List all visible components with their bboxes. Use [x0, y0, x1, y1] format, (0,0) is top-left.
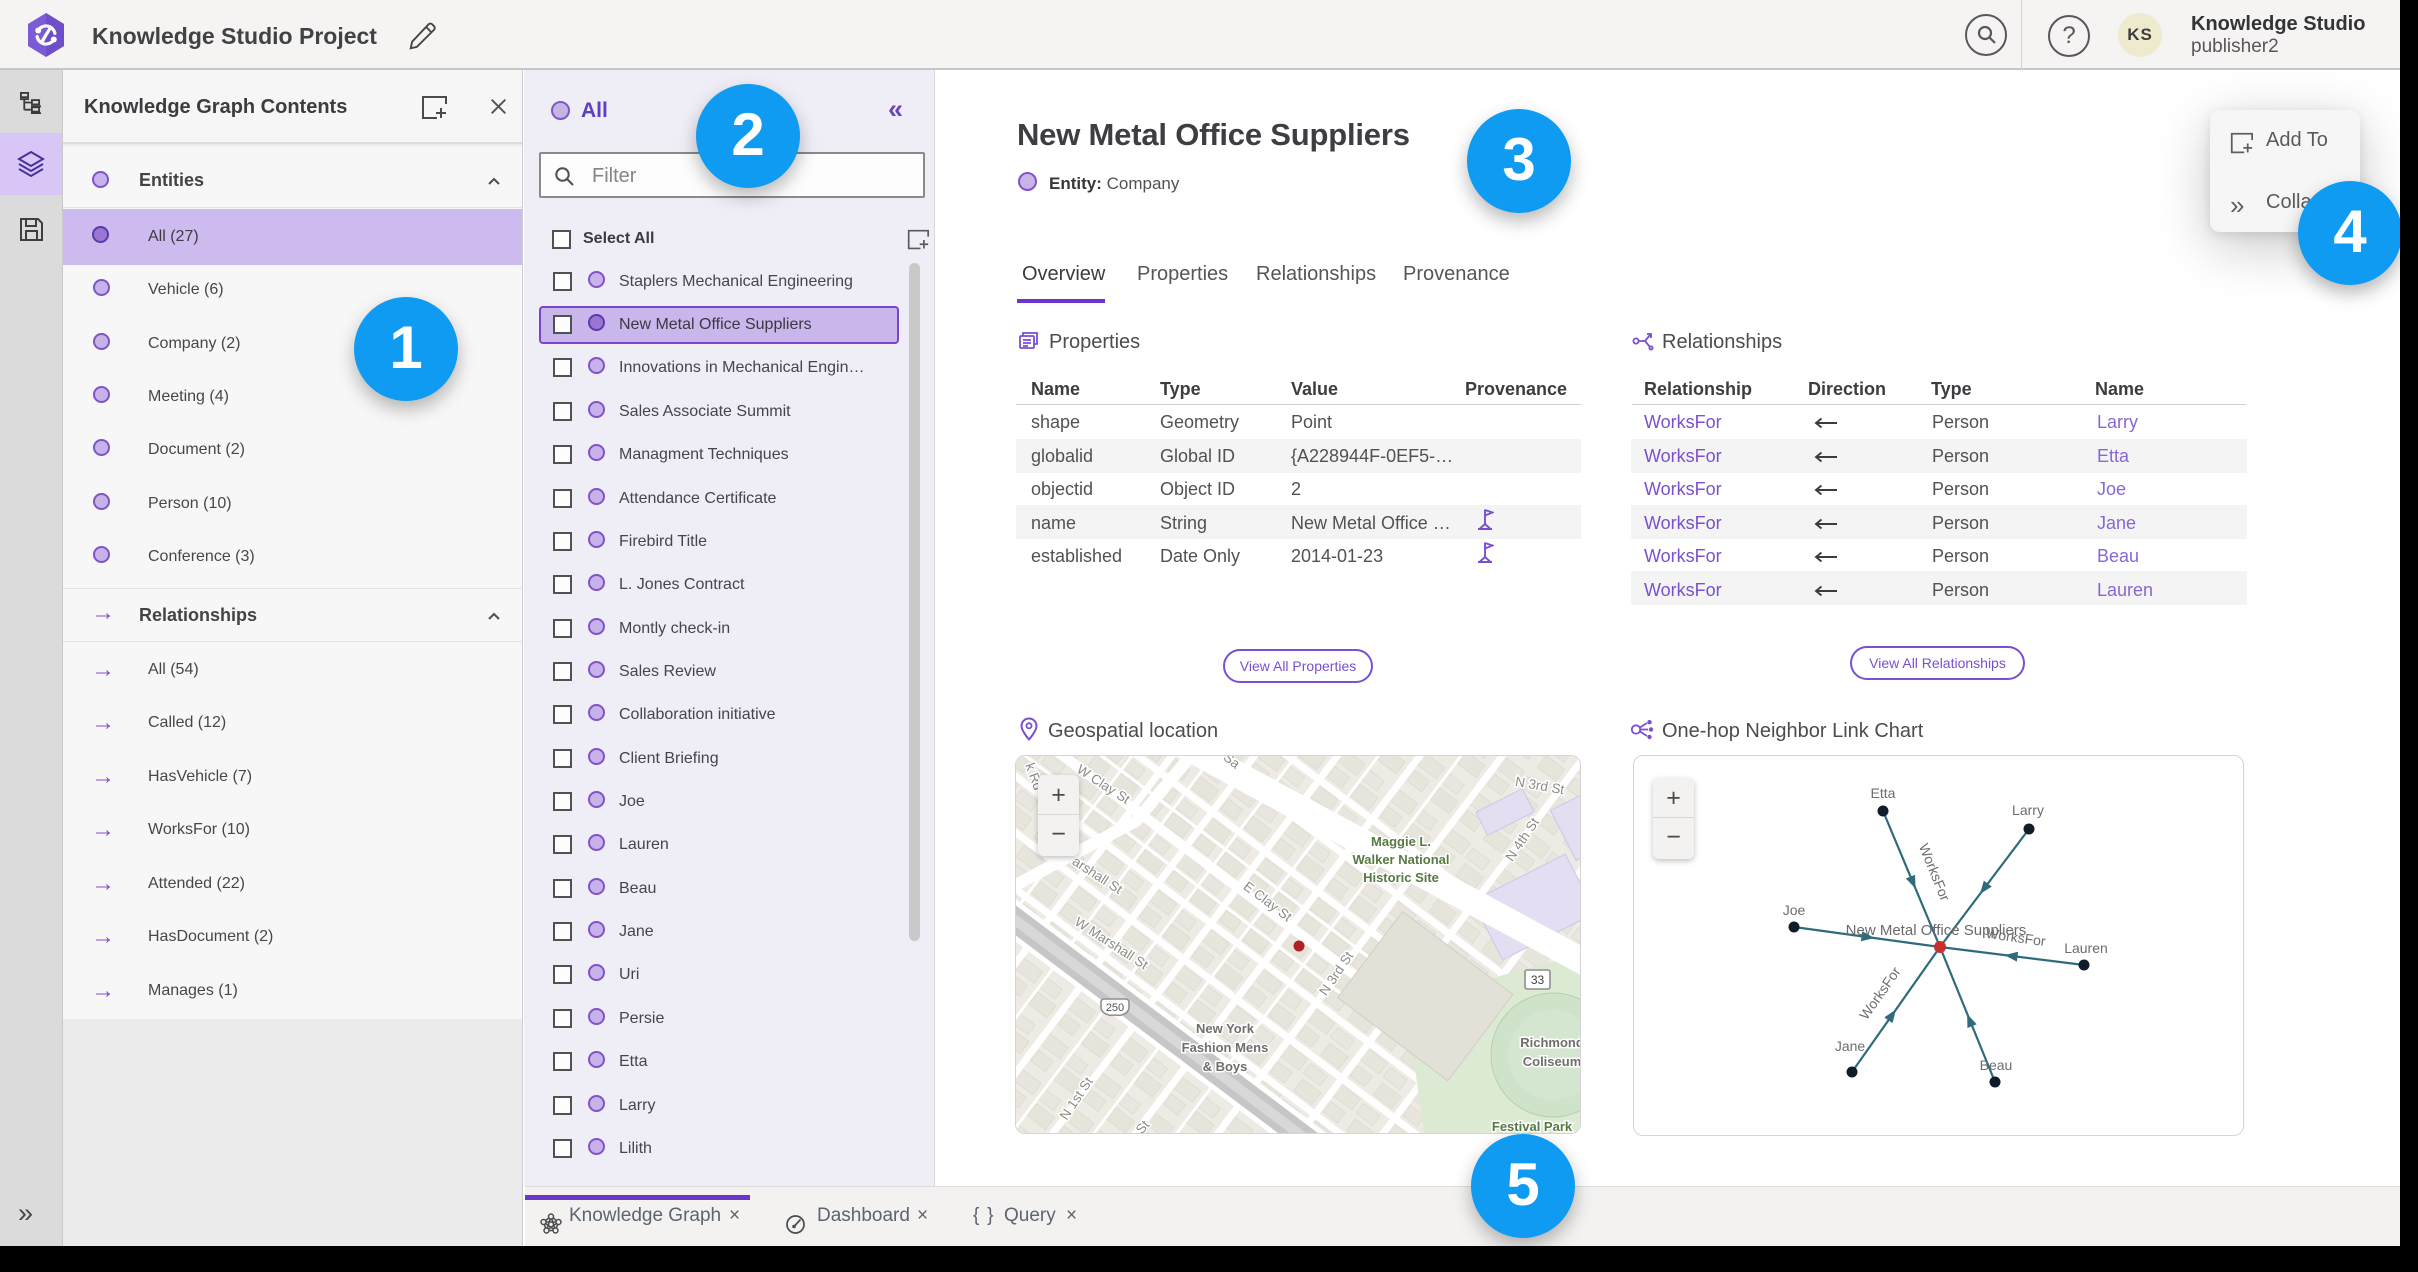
svg-text:New York: New York	[1196, 1021, 1255, 1036]
svg-text:& Boys: & Boys	[1203, 1059, 1248, 1074]
svg-text:Etta: Etta	[1871, 785, 1896, 801]
svg-text:Larry: Larry	[2012, 802, 2044, 818]
svg-text:250: 250	[1106, 1002, 1124, 1014]
svg-text:Jane: Jane	[1835, 1038, 1866, 1054]
svg-text:Coliseum: Coliseum	[1523, 1054, 1581, 1069]
svg-text:33: 33	[1531, 973, 1545, 987]
svg-text:Festival Park: Festival Park	[1492, 1119, 1573, 1134]
svg-text:Historic Site: Historic Site	[1363, 870, 1439, 885]
svg-text:Joe: Joe	[1783, 902, 1806, 918]
svg-text:WorksFor: WorksFor	[1985, 925, 2047, 949]
svg-text:WorksFor: WorksFor	[1856, 964, 1904, 1023]
svg-text:Richmond: Richmond	[1520, 1035, 1581, 1050]
svg-text:WorksFor: WorksFor	[1916, 841, 1954, 903]
svg-text:Walker National: Walker National	[1352, 852, 1449, 867]
svg-text:Maggie L.: Maggie L.	[1371, 834, 1431, 849]
svg-text:Lauren: Lauren	[2064, 940, 2108, 956]
svg-text:Fashion Mens: Fashion Mens	[1182, 1040, 1269, 1055]
svg-text:Beau: Beau	[1980, 1057, 2013, 1073]
